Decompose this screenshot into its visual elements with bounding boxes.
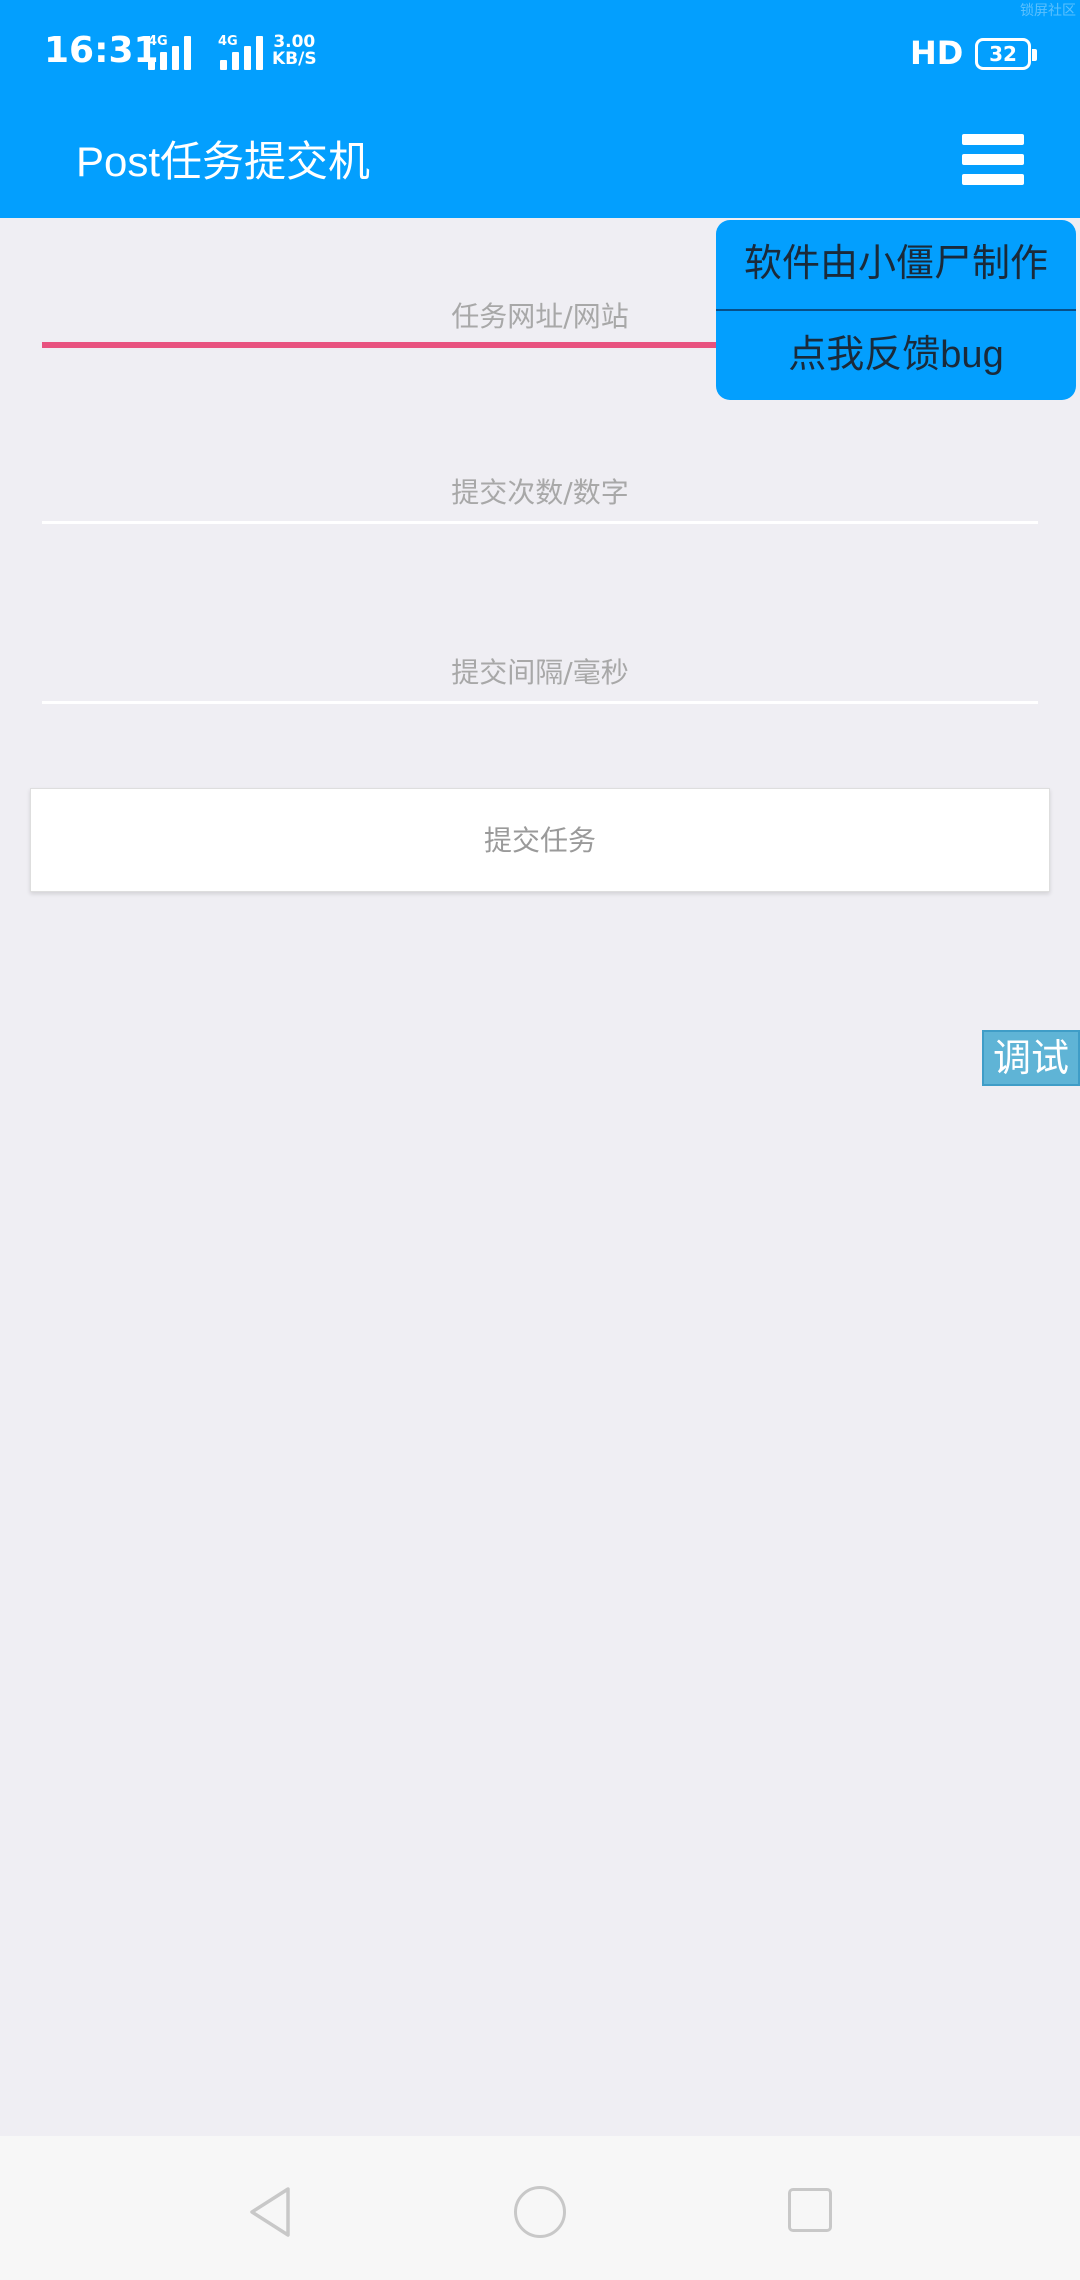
- home-circle-icon[interactable]: [514, 2186, 566, 2238]
- top-app-bar: 锁屏社区 16:31 4G 4G 3.00 KB/S HD 32 Post任务提…: [0, 0, 1080, 218]
- app-screen: 锁屏社区 16:31 4G 4G 3.00 KB/S HD 32 Post任务提…: [0, 0, 1080, 2280]
- menu-divider: [716, 309, 1076, 311]
- network-type-1: 4G: [148, 34, 168, 49]
- submit-interval-field[interactable]: [42, 644, 1038, 704]
- hamburger-menu-icon[interactable]: [958, 128, 1028, 190]
- menu-item-author[interactable]: 软件由小僵尸制作: [716, 220, 1076, 309]
- network-type-2: 4G: [218, 34, 238, 49]
- network-speed: 3.00 KB/S: [272, 34, 317, 68]
- status-time: 16:31: [44, 30, 159, 71]
- dropdown-menu: 软件由小僵尸制作 点我反馈bug: [716, 220, 1076, 400]
- submit-task-button[interactable]: 提交任务: [30, 788, 1050, 892]
- debug-button[interactable]: 调试: [982, 1030, 1080, 1086]
- back-triangle-icon[interactable]: [246, 2186, 294, 2238]
- submit-count-field[interactable]: [42, 464, 1038, 524]
- navigation-bar: [0, 2136, 1080, 2280]
- submit-count-input[interactable]: [42, 464, 1038, 520]
- signal-strength-icon-2: 4G: [204, 34, 274, 70]
- battery-icon: 32: [975, 38, 1037, 70]
- menu-item-feedback[interactable]: 点我反馈bug: [716, 311, 1076, 400]
- field-underline: [42, 521, 1038, 524]
- submit-interval-input[interactable]: [42, 644, 1038, 700]
- watermark: 锁屏社区: [1020, 3, 1076, 19]
- field-underline: [42, 701, 1038, 704]
- recent-apps-square-icon[interactable]: [788, 2188, 832, 2232]
- speed-unit: KB/S: [272, 49, 317, 69]
- app-title: Post任务提交机: [76, 138, 371, 185]
- hd-indicator: HD: [910, 34, 964, 72]
